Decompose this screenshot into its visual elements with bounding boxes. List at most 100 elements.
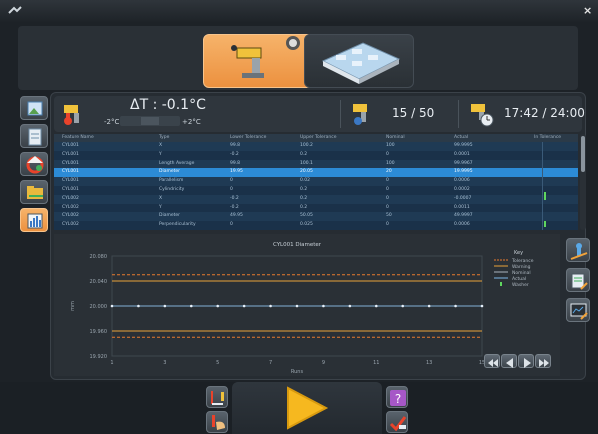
- table-cell: -0.2: [230, 195, 239, 201]
- table-cell: -0.2: [230, 204, 239, 210]
- manual-probe-button[interactable]: [206, 411, 228, 433]
- last-page-button[interactable]: [535, 354, 551, 368]
- divider: [458, 100, 459, 128]
- x-tick-label: 13: [426, 360, 432, 366]
- y-axis-label: mm: [70, 301, 76, 311]
- data-point: [322, 304, 325, 308]
- image-icon: [27, 101, 43, 116]
- table-cell: 20: [386, 169, 392, 175]
- image-view-button[interactable]: [20, 96, 48, 120]
- table-cell: 0.2: [300, 195, 308, 201]
- table-row[interactable]: CYL001 X 99.8 100.2 100 99.9995: [54, 142, 578, 151]
- statistics-button[interactable]: [20, 208, 48, 232]
- double-chevron-left-icon: [488, 359, 498, 367]
- triangle-right-icon: [524, 358, 531, 368]
- table-row[interactable]: CYL001 Length Average 99.8 100.1 100 99.9967: [54, 159, 578, 169]
- first-page-button[interactable]: [484, 354, 500, 368]
- table-row[interactable]: CYL001 Parallelism 0 0.02 0 0.0006: [54, 177, 578, 186]
- column-header[interactable]: Lower Tolerance: [230, 135, 266, 140]
- table-cell: 0: [386, 187, 389, 192]
- table-row[interactable]: CYL001 Cylindricity 0 0.2 0 0.0002: [54, 186, 578, 195]
- previous-page-button[interactable]: [501, 354, 517, 368]
- column-header[interactable]: In Tolerance: [534, 135, 561, 140]
- data-point: [348, 304, 352, 308]
- calibration-button[interactable]: [386, 411, 408, 433]
- app-logo-icon: [8, 6, 22, 14]
- table-cell: 0.025: [300, 222, 313, 228]
- next-page-button[interactable]: [518, 354, 534, 368]
- column-header[interactable]: Upper Tolerance: [300, 135, 337, 140]
- data-point: [480, 304, 484, 308]
- table-cell: CYL001: [62, 160, 79, 166]
- table-row[interactable]: CYL002 Diameter 49.95 50.05 50 49.9997: [54, 212, 578, 222]
- run-count: 15 / 50: [392, 106, 435, 120]
- folder-icon: [27, 186, 43, 199]
- probe-tool-icon: [570, 243, 588, 260]
- home-target-icon: [26, 156, 44, 174]
- table-row[interactable]: CYL001 Diameter 19.95 20.05 20 19.9995: [54, 168, 578, 178]
- help-button[interactable]: ?: [386, 386, 408, 408]
- data-point: [189, 304, 193, 308]
- x-tick-label: 11: [373, 360, 379, 366]
- table-cell: 0.2: [300, 187, 308, 192]
- double-chevron-right-icon: [539, 359, 549, 367]
- edit-table-button[interactable]: [566, 268, 590, 292]
- table-cell: Y: [159, 204, 162, 210]
- table-row[interactable]: CYL002 Y -0.2 0.2 0 0.0011: [54, 203, 578, 213]
- table-edit-icon: [571, 273, 588, 290]
- table-cell: 99.8: [230, 143, 241, 148]
- y-tick-label: 20.000: [90, 304, 108, 310]
- column-header[interactable]: Actual: [454, 135, 468, 140]
- table-scrollbar-thumb[interactable]: [581, 136, 585, 172]
- timer-icon: [471, 104, 494, 127]
- elapsed-time: 17:42 / 24:00: [504, 106, 585, 120]
- table-cell: 0.2: [300, 204, 308, 210]
- table-cell: 0.02: [300, 178, 311, 184]
- tolerance-indicator: [544, 221, 546, 227]
- application-window: × ΔT: -0.1°C -2°C +2°C 15 / 50 17:42 / …: [0, 0, 598, 434]
- legend-label: Nominal: [512, 270, 531, 276]
- home-position-button[interactable]: [20, 152, 48, 176]
- mode-status-indicator: [286, 36, 300, 50]
- table-cell: 19.9995: [454, 169, 473, 175]
- table-row[interactable]: CYL002 Perpendicularity 0 0.025 0 0.0006: [54, 221, 578, 230]
- probe-settings-button[interactable]: [566, 238, 590, 262]
- legend-label: Washer: [512, 282, 529, 288]
- probe-path-button[interactable]: [206, 386, 228, 408]
- x-tick-label: 5: [216, 360, 219, 366]
- table-cell: 0.0006: [454, 222, 470, 228]
- chart-settings-button[interactable]: [566, 298, 590, 322]
- table-cell: 100: [386, 160, 395, 166]
- data-point: [110, 304, 114, 308]
- legend-title: Key: [514, 250, 523, 256]
- data-point: [163, 304, 167, 308]
- table-cell: 100.2: [300, 143, 313, 148]
- batch-mode-button[interactable]: [304, 34, 414, 88]
- legend-label: Warning: [512, 264, 531, 270]
- table-row[interactable]: CYL002 X -0.2 0.2 0 -0.0007: [54, 194, 578, 204]
- table-cell: 0: [386, 178, 389, 184]
- help-icon: ?: [390, 390, 406, 406]
- data-point: [269, 304, 272, 308]
- close-button[interactable]: ×: [583, 4, 592, 17]
- temperature-probe-icon: [64, 105, 79, 125]
- table-cell: CYL002: [62, 204, 79, 210]
- table-cell: Cylindricity: [159, 187, 185, 192]
- column-header[interactable]: Feature Name: [62, 135, 94, 140]
- divider: [340, 100, 341, 128]
- table-cell: 99.9995: [454, 143, 473, 148]
- table-row[interactable]: CYL001 Y -0.2 0.2 0 0.0001: [54, 150, 578, 160]
- probe-path-icon: [211, 391, 224, 405]
- column-header[interactable]: Nominal: [386, 135, 405, 140]
- table-cell: 49.95: [230, 213, 243, 219]
- chart-title: CYL001 Diameter: [273, 242, 322, 248]
- x-tick-label: 1: [110, 360, 113, 366]
- x-tick-label: 7: [269, 360, 272, 366]
- report-button[interactable]: [20, 124, 48, 148]
- open-folder-button[interactable]: [20, 180, 48, 204]
- play-icon[interactable]: [282, 384, 330, 432]
- table-cell: 0: [230, 178, 233, 184]
- legend-label: Actual: [512, 276, 526, 282]
- temp-min-label: -2°C: [104, 118, 120, 126]
- column-header[interactable]: Type: [159, 135, 169, 140]
